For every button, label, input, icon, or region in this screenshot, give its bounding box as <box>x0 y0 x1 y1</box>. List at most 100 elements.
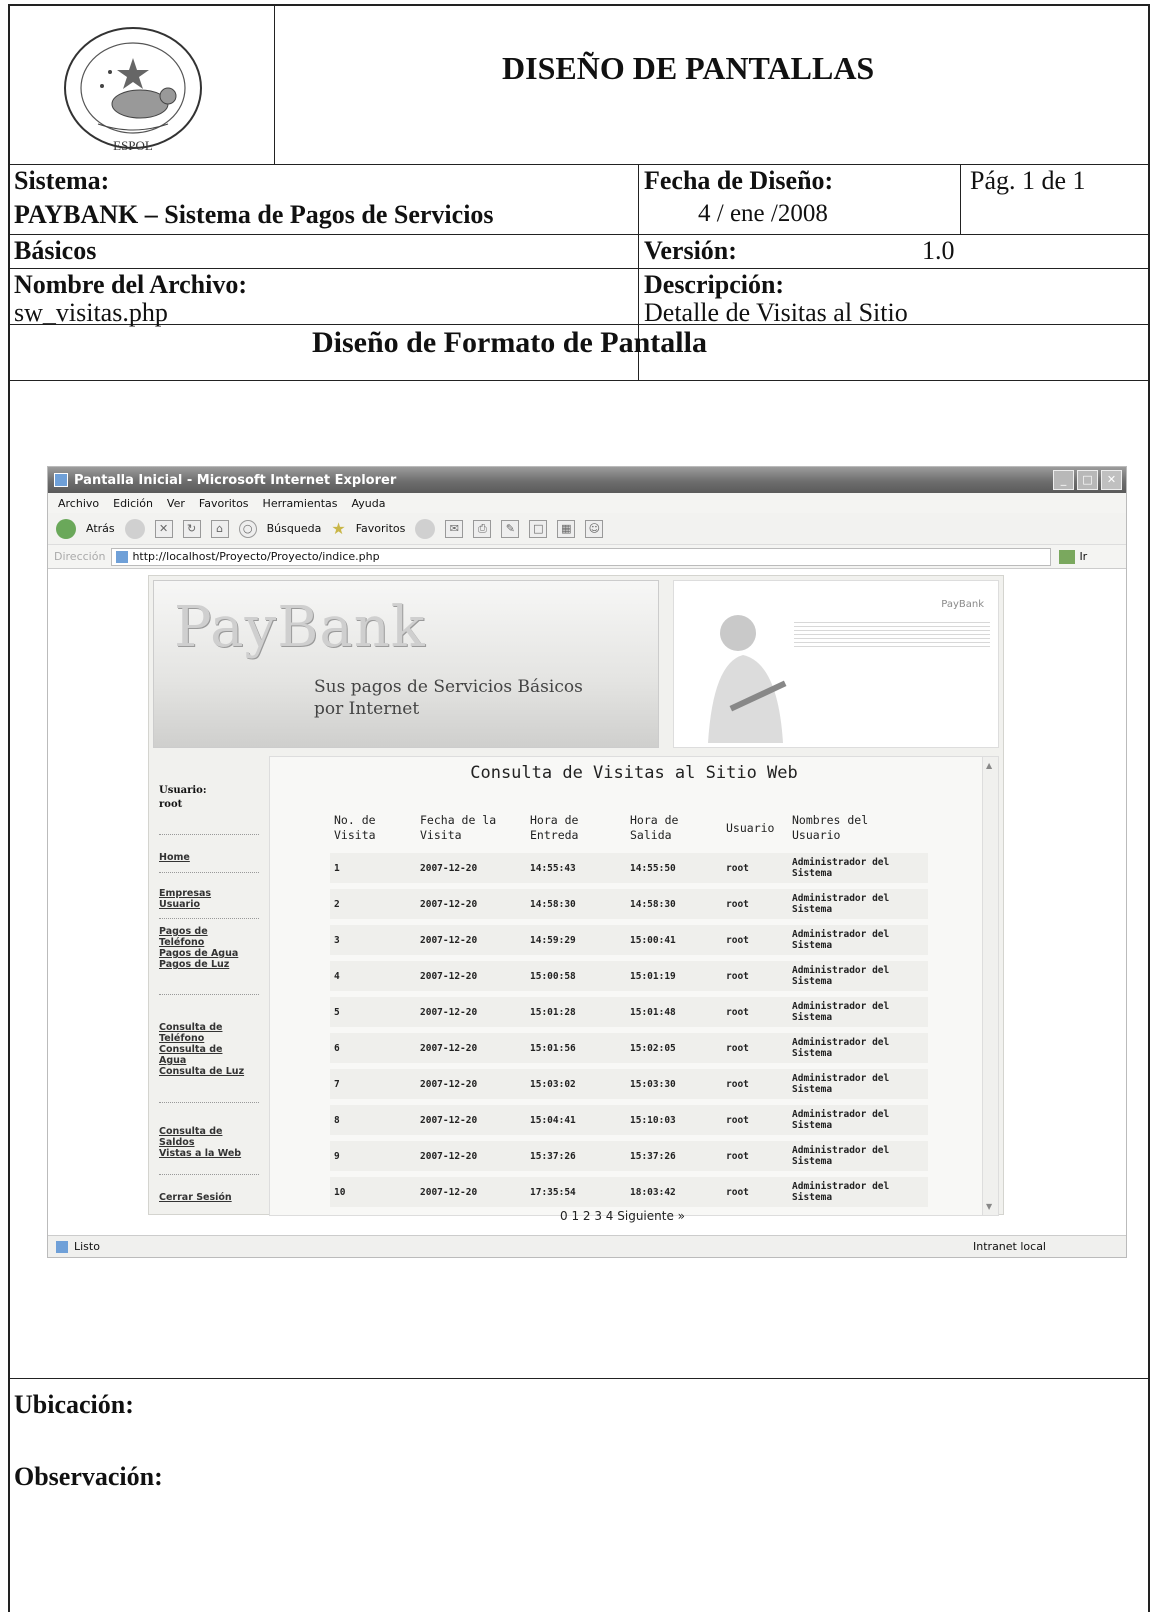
user-name-line-2: Sistema <box>792 1120 833 1131</box>
minimize-icon[interactable]: _ <box>1053 470 1074 490</box>
entry-time-cell: 15:04:41 <box>526 1105 626 1135</box>
nav-empresas[interactable]: Empresas <box>159 888 211 899</box>
nav-pagos-telefono-2[interactable]: Teléfono <box>159 937 204 948</box>
scroll-up-icon[interactable]: ▲ <box>986 761 992 770</box>
ubicacion-label: Ubicación: <box>14 1390 134 1419</box>
refresh-icon[interactable]: ↻ <box>182 519 201 538</box>
nav-pagos-luz[interactable]: Pagos de Luz <box>159 959 229 970</box>
content-panel: Consulta de Visitas al Sitio Web No. de V… <box>269 756 999 1223</box>
user-label: Usuario: <box>159 785 207 796</box>
entry-time-cell: 15:01:28 <box>526 997 626 1027</box>
visit-date-cell: 2007-12-20 <box>416 1141 526 1171</box>
table-row: 5 2007-12-20 15:01:28 15:01:48 root Administr… <box>330 997 928 1027</box>
visit-date-cell: 2007-12-20 <box>416 1177 526 1207</box>
favorites-star-icon[interactable]: ★ <box>331 519 345 538</box>
user-name-line-1: Administrador del <box>792 857 890 868</box>
descripcion-value: Detalle de Visitas al Sitio <box>644 298 908 327</box>
back-arrow-icon[interactable] <box>56 518 76 539</box>
nav-home[interactable]: Home <box>159 852 190 863</box>
user-name-line-1: Administrador del <box>792 1109 890 1120</box>
nav-consulta-saldos-2[interactable]: Saldos <box>159 1137 195 1148</box>
visit-number-cell: 2 <box>330 889 416 919</box>
fecha-label: Fecha de Diseño: <box>644 166 834 195</box>
seal-label: ESPOL <box>113 138 153 153</box>
edit-icon[interactable]: ✎ <box>501 519 520 538</box>
window-controls: _ □ ✕ <box>1053 470 1122 490</box>
discuss-icon[interactable]: □ <box>529 519 548 538</box>
visit-number-cell: 4 <box>330 961 416 991</box>
go-button[interactable]: Ir <box>1059 549 1087 564</box>
exit-time-cell: 15:10:03 <box>626 1105 722 1135</box>
exit-time-cell: 15:01:19 <box>626 961 722 991</box>
favorites-label[interactable]: Favoritos <box>356 522 406 535</box>
menu-herramientas[interactable]: Herramientas <box>263 497 338 510</box>
nav-consulta-telefono-1[interactable]: Consulta de <box>159 1022 222 1033</box>
messenger-icon[interactable]: ☺ <box>585 519 604 538</box>
nav-visitas-web[interactable]: Vistas a la Web <box>159 1148 241 1159</box>
nav-pagos-telefono-1[interactable]: Pagos de <box>159 926 208 937</box>
col-header: Hora de Entreda <box>530 813 579 842</box>
menu-ayuda[interactable]: Ayuda <box>351 497 385 510</box>
user-cell: root <box>722 1033 788 1063</box>
user-name-line-2: Sistema <box>792 940 833 951</box>
visit-date-cell: 2007-12-20 <box>416 961 526 991</box>
col-header: Fecha de la Visita <box>420 813 497 842</box>
nav-consulta-agua-2[interactable]: Agua <box>159 1055 186 1066</box>
nav-cerrar-sesion[interactable]: Cerrar Sesión <box>159 1192 232 1203</box>
col-header: Usuario <box>726 820 775 835</box>
nav-usuario[interactable]: Usuario <box>159 899 200 910</box>
user-name-line-1: Administrador del <box>792 929 890 940</box>
person-with-laptop-image <box>708 615 787 743</box>
menu-ver[interactable]: Ver <box>167 497 185 510</box>
close-icon[interactable]: ✕ <box>1101 470 1122 490</box>
forward-arrow-icon[interactable] <box>124 518 145 539</box>
ie-icon <box>54 473 68 487</box>
entry-time-cell: 15:00:58 <box>526 961 626 991</box>
banner-brand: PayBank <box>941 599 984 610</box>
sidebar-divider <box>159 872 259 873</box>
vertical-scrollbar[interactable]: ▲ ▼ <box>982 757 998 1215</box>
user-name-cell: Administrador del Sistema <box>788 1177 928 1207</box>
search-label[interactable]: Búsqueda <box>267 522 322 535</box>
user-name-line-2: Sistema <box>792 904 833 915</box>
col-header: Nombres del Usuario <box>792 813 869 842</box>
menu-archivo[interactable]: Archivo <box>58 497 99 510</box>
nav-consulta-agua-1[interactable]: Consulta de <box>159 1044 222 1055</box>
site-sidebar: Usuario: root Home Empresas Usuario Pago… <box>153 756 267 1216</box>
scroll-down-icon[interactable]: ▼ <box>986 1202 992 1211</box>
visit-number-cell: 6 <box>330 1033 416 1063</box>
user-name-cell: Administrador del Sistema <box>788 925 928 955</box>
content-title: Consulta de Visitas al Sitio Web <box>470 763 798 783</box>
visits-table: No. de Visita Fecha de la Visita Hora de En… <box>330 807 928 1213</box>
browser-viewport: PayBank Sus pagos de Servicios Básicos p… <box>48 569 1126 1223</box>
nav-consulta-luz[interactable]: Consulta de Luz <box>159 1066 244 1077</box>
exit-time-cell: 14:55:50 <box>626 853 722 883</box>
nav-pagos-agua[interactable]: Pagos de Agua <box>159 948 238 959</box>
exit-time-cell: 15:02:05 <box>626 1033 722 1063</box>
visit-date-cell: 2007-12-20 <box>416 853 526 883</box>
stop-icon[interactable]: ✕ <box>154 519 173 538</box>
pagination[interactable]: 0 1 2 3 4 Siguiente » <box>560 1209 685 1223</box>
sidebar-divider <box>159 994 259 995</box>
address-input[interactable]: http://localhost/Proyecto/Proyecto/indic… <box>111 547 1052 566</box>
user-name-line-2: Sistema <box>792 1048 833 1059</box>
nav-consulta-telefono-2[interactable]: Teléfono <box>159 1033 204 1044</box>
browser-screenshot: Pantalla Inicial - Microsoft Internet Ex… <box>47 466 1127 1258</box>
user-name-line-2: Sistema <box>792 1084 833 1095</box>
print-icon[interactable]: ⎙ <box>473 519 492 538</box>
menu-favoritos[interactable]: Favoritos <box>199 497 249 510</box>
mail-icon[interactable]: ✉ <box>445 519 464 538</box>
sistema-value-2: Básicos <box>14 236 97 265</box>
research-icon[interactable]: ▦ <box>557 519 576 538</box>
maximize-icon[interactable]: □ <box>1077 470 1098 490</box>
back-label[interactable]: Atrás <box>86 522 115 535</box>
menu-edicion[interactable]: Edición <box>113 497 153 510</box>
home-icon[interactable]: ⌂ <box>210 519 229 538</box>
table-header-row: No. de Visita Fecha de la Visita Hora de En… <box>330 813 928 847</box>
visit-number-cell: 8 <box>330 1105 416 1135</box>
nav-consulta-saldos-1[interactable]: Consulta de <box>159 1126 222 1137</box>
site-slogan: Sus pagos de Servicios Básicos por Inter… <box>314 676 583 720</box>
search-icon[interactable]: ○ <box>238 519 257 538</box>
history-icon[interactable] <box>415 518 436 539</box>
user-name-line-1: Administrador del <box>792 1181 890 1192</box>
